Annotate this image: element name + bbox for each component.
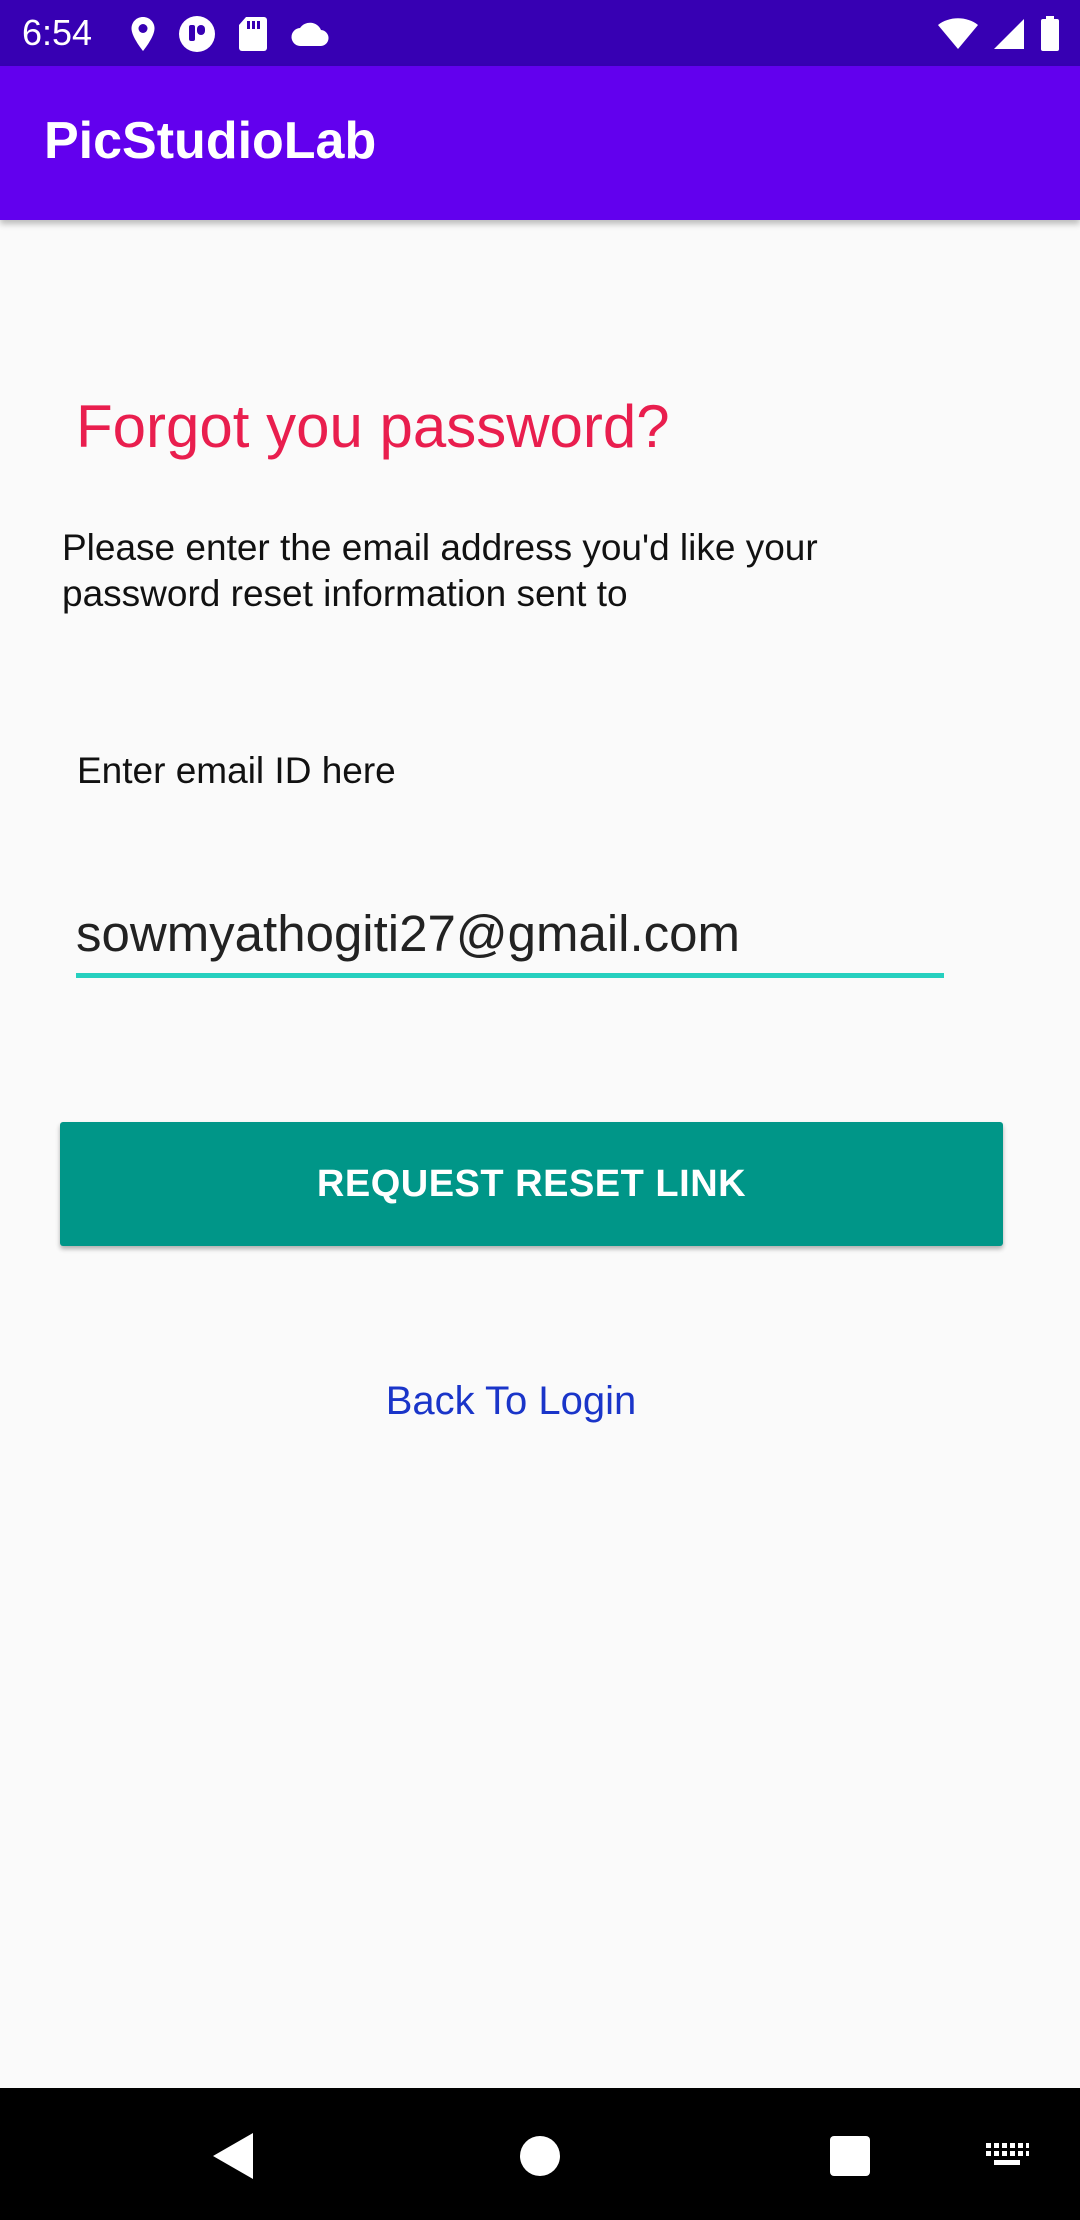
home-icon xyxy=(520,2136,560,2176)
app-notification-icon xyxy=(179,16,215,52)
back-icon xyxy=(213,2133,253,2179)
app-title: PicStudioLab xyxy=(44,112,377,170)
status-time: 6:54 xyxy=(22,12,93,53)
nav-recents-button[interactable] xyxy=(818,2124,882,2188)
signal-icon xyxy=(994,19,1024,49)
nav-back-button[interactable] xyxy=(200,2124,264,2188)
status-icons-left xyxy=(130,14,330,54)
cloud-icon xyxy=(291,22,329,47)
back-to-login-link[interactable]: Back To Login xyxy=(0,1377,1022,1425)
email-field[interactable] xyxy=(76,893,944,978)
nav-keyboard-button[interactable] xyxy=(975,2124,1039,2188)
status-icons-right xyxy=(938,14,1060,54)
wifi-icon xyxy=(938,18,978,49)
navigation-bar xyxy=(0,2088,1080,2220)
status-bar: 6:54 xyxy=(0,0,1080,66)
page-title: Forgot you password? xyxy=(76,393,670,460)
battery-icon xyxy=(1041,16,1059,51)
keyboard-icon xyxy=(986,2143,1029,2165)
sd-card-icon xyxy=(239,17,267,51)
request-reset-link-button[interactable]: REQUEST RESET LINK xyxy=(60,1122,1003,1246)
location-icon xyxy=(131,17,155,51)
instructions-text: Please enter the email address you'd lik… xyxy=(62,527,818,614)
recents-icon xyxy=(830,2136,870,2176)
email-label: Enter email ID here xyxy=(77,750,396,791)
nav-home-button[interactable] xyxy=(508,2124,572,2188)
app-bar: PicStudioLab xyxy=(0,66,1080,220)
